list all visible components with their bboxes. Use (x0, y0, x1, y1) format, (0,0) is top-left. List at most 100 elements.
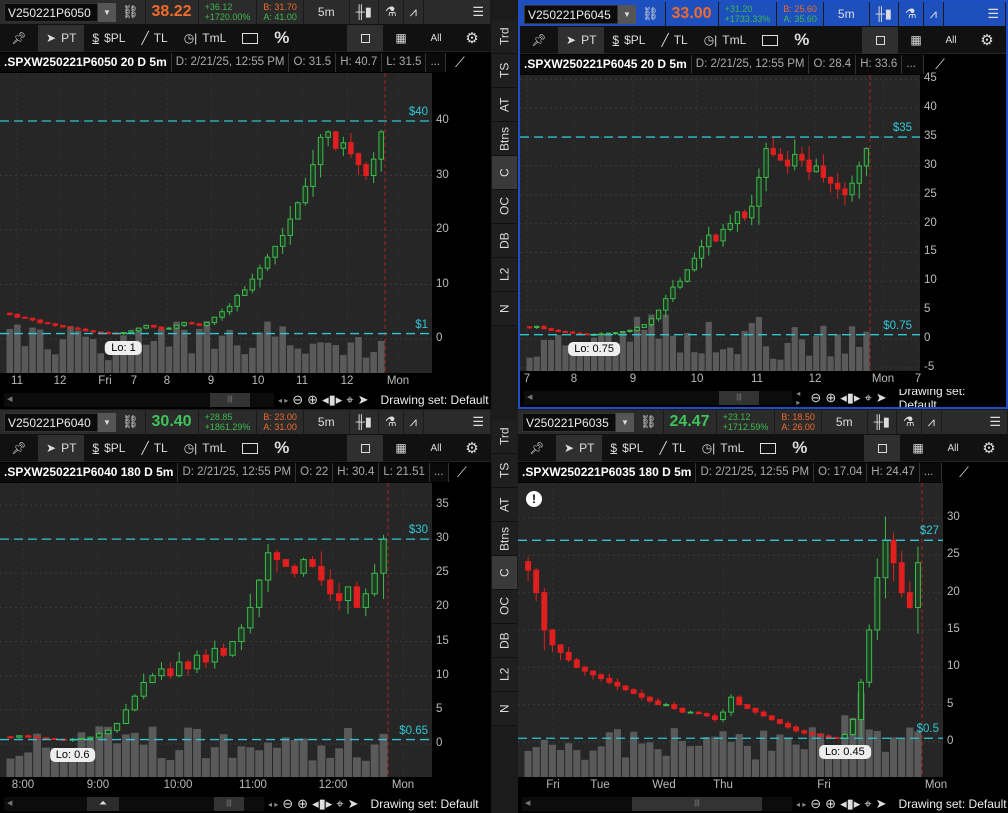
price-level-label[interactable]: $27 (920, 525, 939, 537)
all-button[interactable]: All (419, 435, 453, 462)
side-tab-l2[interactable]: L2 (492, 258, 517, 292)
zoom-out-icon[interactable]: ⊖ (282, 796, 293, 812)
settings-button[interactable]: ⚙ (968, 27, 1006, 54)
price-level-label[interactable]: $0.5 (917, 723, 939, 735)
grid-layout-button[interactable]: ▦ (383, 435, 419, 462)
interval-selector[interactable]: 5m (304, 410, 350, 435)
percent-button[interactable]: % (786, 27, 817, 54)
chart-style-icon[interactable]: ⟋ (449, 464, 475, 481)
symbol-dropdown-icon[interactable]: ▼ (618, 4, 636, 24)
side-tab-oc[interactable]: OC (492, 190, 517, 224)
interval-selector[interactable]: 5m (822, 410, 868, 435)
horizontal-scrollbar[interactable]: ◀ ||| (524, 391, 793, 405)
timeline-button[interactable]: ◷| TmL (696, 27, 755, 54)
rectangle-button[interactable] (754, 27, 786, 54)
single-layout-button[interactable] (347, 24, 383, 52)
percent-button[interactable]: % (266, 25, 297, 52)
scroll-thumb[interactable]: ||| (632, 797, 762, 811)
studies-flask-icon[interactable]: ⚗ (899, 2, 924, 27)
scroll-left-icon[interactable]: ◀ (525, 797, 530, 811)
single-layout-button[interactable] (862, 26, 898, 54)
side-tab-trd[interactable]: Trd (492, 20, 517, 54)
pin-button[interactable]: 📌︎ (0, 25, 38, 52)
side-tab-l2[interactable]: L2 (492, 658, 517, 692)
zoom-out-icon[interactable]: ⊖ (810, 796, 821, 812)
price-chart[interactable]: -5 0 5 10 15 20 25 30 35 40 45 $35 $0.75 Lo: 0.75 (520, 72, 1006, 373)
percent-button[interactable]: % (784, 435, 815, 462)
candlestick-style-icon[interactable]: ╫▮ (350, 0, 379, 25)
pointer-tool-button[interactable]: ➤ PT (38, 24, 85, 52)
pan-left-icon[interactable]: ◂ ▸ (796, 389, 806, 407)
zoom-out-icon[interactable]: ⊖ (810, 390, 821, 406)
horizontal-scrollbar[interactable]: ◀ ||| (4, 393, 274, 407)
candlestick-style-icon[interactable]: ╫▮ (870, 2, 899, 27)
timeline-button[interactable]: ◷| TmL (176, 435, 235, 462)
zoom-in-icon[interactable]: ⊕ (825, 390, 836, 406)
link-icon[interactable]: ⛓ (116, 410, 146, 435)
crosshair-icon[interactable]: ⌖ (336, 796, 343, 812)
price-level-label[interactable]: $0.75 (883, 320, 912, 332)
single-layout-button[interactable] (347, 434, 383, 462)
more-info[interactable]: ... (902, 55, 924, 74)
rectangle-button[interactable] (234, 435, 266, 462)
more-info[interactable]: ... (919, 463, 942, 482)
side-tab-n[interactable]: N (492, 692, 517, 726)
menu-icon[interactable]: ☰ (466, 410, 491, 435)
side-tab-ts[interactable]: TS (492, 54, 517, 88)
more-info[interactable]: ... (429, 463, 449, 482)
price-chart[interactable]: 0 5 10 15 20 25 30 35 $30 $0.65 Lo: 0.6 (0, 483, 491, 777)
drawings-icon[interactable]: ⩘ (404, 0, 424, 25)
grid-layout-button[interactable]: ▦ (898, 27, 934, 54)
cursor-icon[interactable]: ➤ (358, 392, 369, 408)
cursor-icon[interactable]: ➤ (876, 390, 887, 406)
percent-button[interactable]: % (266, 435, 297, 462)
price-level-button[interactable]: $ $PL (84, 435, 133, 462)
price-level-button[interactable]: $ $PL (604, 27, 653, 54)
fit-horizontal-icon[interactable]: ◂▮▸ (840, 390, 860, 406)
rectangle-button[interactable] (234, 25, 266, 52)
trendline-button[interactable]: ╱ TL (651, 435, 693, 462)
horizontal-scrollbar[interactable]: ◀ ⏶ ||| (4, 797, 264, 811)
symbol-input[interactable]: V250221P6045 (524, 4, 618, 24)
scroll-left-icon[interactable]: ◀ (527, 391, 532, 405)
side-tab-c[interactable]: C (492, 556, 517, 590)
side-tab-at[interactable]: AT (492, 88, 517, 122)
chart-style-icon[interactable]: ⟋ (947, 464, 981, 481)
price-level-button[interactable]: $ $PL (602, 435, 651, 462)
pin-button[interactable]: 📌︎ (0, 435, 38, 462)
drawings-icon[interactable]: ⩘ (404, 410, 424, 435)
side-tab-btns[interactable]: Btns (492, 122, 517, 156)
single-layout-button[interactable] (864, 434, 900, 462)
price-level-label[interactable]: $1 (415, 319, 428, 331)
symbol-input[interactable]: V250221P6050 (4, 2, 98, 22)
price-chart[interactable]: 0 10 20 30 40 $40 $1 Lo: 1 (0, 73, 491, 373)
pan-left-icon[interactable]: ◂ ▸ (268, 800, 278, 809)
price-level-label[interactable]: $40 (409, 106, 428, 118)
interval-selector[interactable]: 5m (824, 2, 870, 27)
drawings-icon[interactable]: ⩘ (924, 2, 944, 27)
cursor-icon[interactable]: ➤ (876, 796, 887, 812)
grid-layout-button[interactable]: ▦ (383, 25, 419, 52)
side-tab-trd[interactable]: Trd (492, 420, 517, 454)
pointer-tool-button[interactable]: ➤ PT (558, 26, 605, 54)
drawing-set-selector[interactable]: Drawing set: Default (381, 393, 489, 407)
symbol-dropdown-icon[interactable]: ▼ (98, 2, 116, 22)
symbol-input[interactable]: V250221P6035 (522, 412, 616, 432)
settings-button[interactable]: ⚙ (970, 435, 1008, 462)
link-icon[interactable]: ⛓ (634, 410, 664, 435)
cursor-icon[interactable]: ➤ (348, 796, 359, 812)
zoom-in-icon[interactable]: ⊕ (297, 796, 308, 812)
pin-button[interactable]: 📌︎ (520, 27, 558, 54)
zoom-in-icon[interactable]: ⊕ (825, 796, 836, 812)
zoom-out-icon[interactable]: ⊖ (292, 392, 303, 408)
scroll-left-icon[interactable]: ◀ (7, 393, 12, 407)
trendline-button[interactable]: ╱ TL (133, 25, 175, 52)
crosshair-icon[interactable]: ⌖ (864, 796, 871, 812)
menu-icon[interactable]: ☰ (466, 0, 491, 25)
expand-icon[interactable]: ⏶ (87, 797, 119, 811)
timeline-button[interactable]: ◷| TmL (176, 25, 235, 52)
trendline-button[interactable]: ╱ TL (133, 435, 175, 462)
side-tab-n[interactable]: N (492, 292, 517, 326)
chart-style-icon[interactable]: ⟋ (924, 56, 957, 73)
link-icon[interactable]: ⛓ (116, 0, 146, 25)
